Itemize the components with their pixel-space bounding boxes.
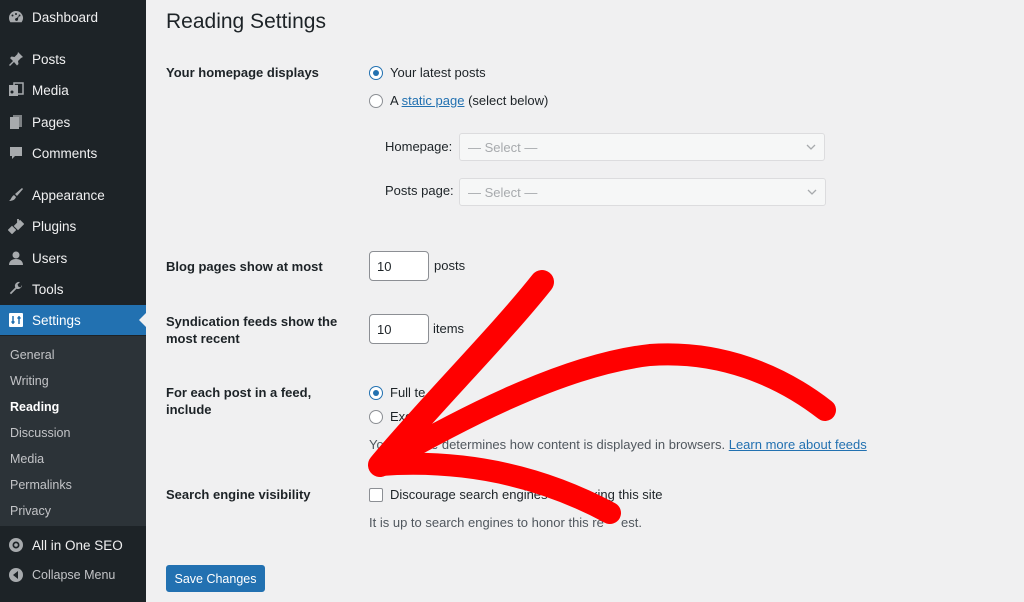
menu-label: Tools — [32, 281, 64, 297]
menu-label: Dashboard — [32, 9, 99, 25]
wrench-icon — [7, 280, 25, 298]
menu-posts[interactable]: Posts — [0, 44, 146, 74]
static-page-label: A static page (select below) — [390, 93, 548, 108]
posts-page-select[interactable]: — Select — — [459, 178, 826, 206]
menu-plugins[interactable]: Plugins — [0, 211, 146, 241]
media-icon — [7, 81, 25, 99]
feed-desc: e determines how content is displayed in… — [431, 437, 867, 452]
menu-pages[interactable]: Pages — [0, 107, 146, 137]
menu-users[interactable]: Users — [0, 243, 146, 273]
posts-page-select-label: Posts page: — [385, 183, 454, 198]
syndication-unit: items — [433, 321, 465, 336]
menu-label: Collapse Menu — [32, 568, 116, 582]
chevron-down-icon — [806, 144, 816, 150]
settings-submenu: General Writing Reading Discussion Media… — [0, 336, 146, 526]
save-changes-button[interactable]: Save Changes — [166, 565, 265, 592]
menu-comments[interactable]: Comments — [0, 138, 146, 168]
discourage-search-label-a: Discourage search engines fr — [390, 487, 560, 502]
latest-posts-label: Your latest posts — [390, 65, 486, 80]
menu-label: All in One SEO — [32, 537, 123, 553]
menu-label: Settings — [32, 312, 81, 328]
latest-posts-radio[interactable] — [369, 66, 383, 80]
submenu-media[interactable]: Media — [10, 452, 44, 466]
menu-tools[interactable]: Tools — [0, 274, 146, 304]
user-icon — [7, 249, 25, 267]
pin-icon — [7, 50, 25, 68]
submenu-general[interactable]: General — [10, 348, 54, 362]
feed-include-label: For each post in a feed, include — [166, 385, 312, 417]
menu-settings[interactable]: Settings — [0, 305, 146, 335]
dashboard-icon — [7, 8, 25, 26]
settings-icon — [7, 311, 25, 329]
comment-icon — [7, 144, 25, 162]
static-page-prefix: A — [390, 93, 398, 108]
full-text-label: Full te — [390, 385, 426, 400]
admin-sidebar: Dashboard Posts Media Pages Comments App… — [0, 0, 146, 602]
blog-pages-input[interactable]: 10 — [369, 251, 429, 281]
discourage-search-checkbox[interactable] — [369, 488, 383, 502]
menu-label: Plugins — [32, 218, 77, 234]
menu-all-in-one-seo[interactable]: All in One SEO — [0, 530, 146, 560]
collapse-menu-button[interactable]: Collapse Menu — [0, 560, 146, 590]
blog-pages-label: Blog pages show at most — [166, 259, 323, 274]
menu-label: Users — [32, 250, 68, 266]
posts-page-select-value: — Select — — [468, 184, 538, 200]
menu-appearance[interactable]: Appearance — [0, 180, 146, 210]
feed-desc-start: Yo — [369, 437, 384, 452]
syndication-input[interactable]: 10 — [369, 314, 429, 344]
static-page-radio[interactable] — [369, 94, 383, 108]
excerpt-radio[interactable] — [369, 410, 383, 424]
menu-label: Posts — [32, 51, 66, 67]
search-desc-b: est. — [621, 515, 642, 530]
homepage-displays-label: Your homepage displays — [166, 65, 319, 80]
feed-desc-text: e determines how content is displayed in… — [431, 437, 726, 452]
menu-label: Comments — [32, 145, 98, 161]
brush-icon — [7, 186, 25, 204]
submenu-permalinks[interactable]: Permalinks — [10, 478, 72, 492]
learn-more-feeds-link[interactable]: Learn more about feeds — [729, 437, 867, 452]
discourage-search-label-b: xing this site — [591, 487, 663, 502]
pages-icon — [7, 113, 25, 131]
menu-media[interactable]: Media — [0, 75, 146, 105]
homepage-select-label: Homepage: — [385, 139, 453, 154]
search-desc-a: It is up to search engines to honor this… — [369, 515, 604, 530]
excerpt-label: Exc — [390, 409, 412, 424]
seo-icon — [7, 536, 25, 554]
search-visibility-label: Search engine visibility — [166, 487, 311, 502]
homepage-select-value: — Select — — [468, 139, 538, 155]
menu-label: Media — [32, 82, 69, 98]
submenu-privacy[interactable]: Privacy — [10, 504, 51, 518]
submenu-writing[interactable]: Writing — [10, 374, 49, 388]
submenu-reading[interactable]: Reading — [10, 400, 59, 414]
menu-label: Appearance — [32, 187, 105, 203]
static-page-link[interactable]: static page — [402, 93, 465, 108]
submenu-discussion[interactable]: Discussion — [10, 426, 70, 440]
chevron-down-icon — [807, 189, 817, 195]
blog-pages-unit: posts — [434, 258, 466, 273]
plug-icon — [7, 217, 25, 235]
menu-label: Pages — [32, 114, 71, 130]
red-arrow-annotation — [368, 270, 836, 524]
static-page-suffix: (select below) — [468, 93, 549, 108]
syndication-label: Syndication feeds show the most recent — [166, 314, 338, 346]
full-text-radio[interactable] — [369, 386, 383, 400]
homepage-select[interactable]: — Select — — [459, 133, 825, 161]
collapse-icon — [7, 566, 25, 584]
page-title: Reading Settings — [166, 10, 326, 33]
menu-dashboard[interactable]: Dashboard — [0, 2, 146, 32]
